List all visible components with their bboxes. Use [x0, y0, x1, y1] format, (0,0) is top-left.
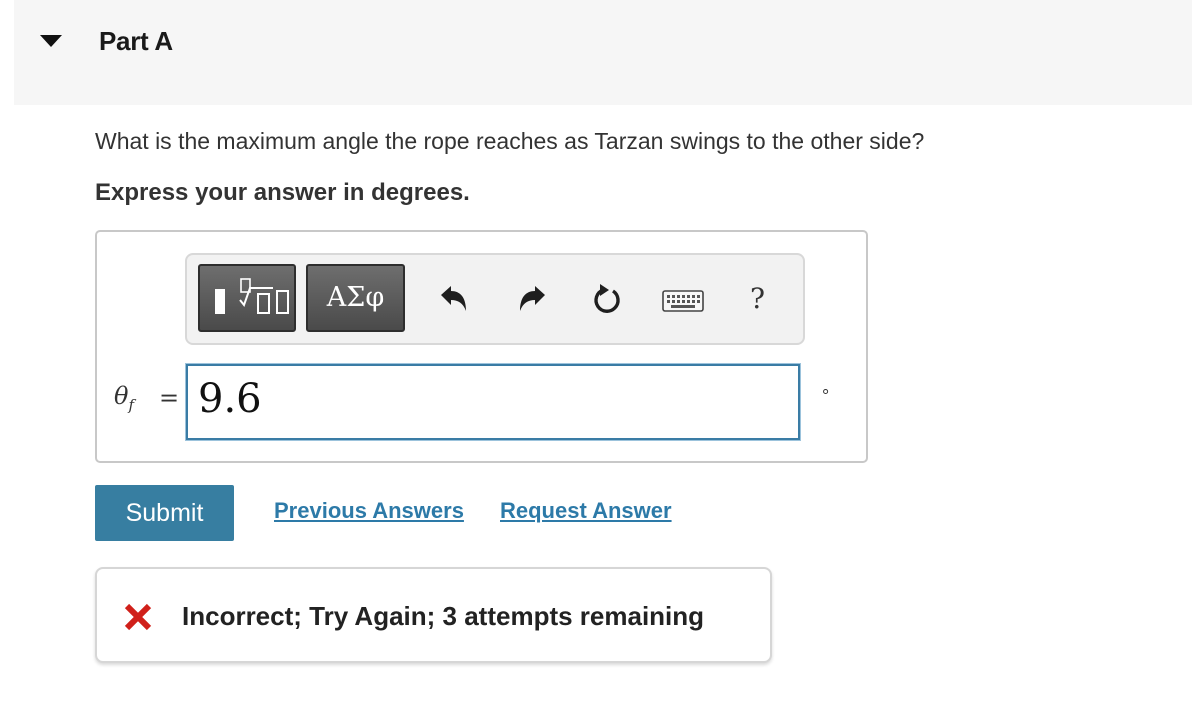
help-icon[interactable]: ? [750, 282, 765, 315]
incorrect-x-icon [124, 603, 152, 631]
undo-icon[interactable] [438, 284, 470, 314]
part-header [14, 0, 1192, 105]
variable-subscript: f [128, 395, 135, 414]
templates-button[interactable] [198, 264, 296, 332]
question-instruction: Express your answer in degrees. [95, 179, 470, 206]
answer-value: 9.6 [198, 376, 262, 422]
greek-symbols-button[interactable]: ΑΣφ [306, 264, 405, 332]
degree-unit: ° [822, 386, 830, 406]
keyboard-icon[interactable] [662, 289, 704, 313]
collapse-toggle-icon[interactable] [40, 35, 62, 47]
variable-symbol: θ [114, 382, 129, 410]
part-title: Part A [99, 26, 173, 56]
request-answer-link[interactable]: Request Answer [500, 498, 672, 524]
submit-button[interactable]: Submit [95, 485, 234, 541]
answer-variable: θf [114, 382, 134, 414]
previous-answers-link[interactable]: Previous Answers [274, 498, 464, 524]
feedback-message: Incorrect; Try Again; 3 attempts remaini… [182, 601, 705, 631]
equals-sign: = [159, 384, 180, 412]
redo-icon[interactable] [516, 284, 548, 314]
templates-icon [215, 278, 289, 314]
question-text: What is the maximum angle the rope reach… [95, 128, 925, 154]
reset-icon[interactable] [591, 282, 625, 318]
answer-input[interactable]: 9.6 [186, 364, 800, 440]
greek-symbols-label: ΑΣφ [326, 282, 385, 313]
